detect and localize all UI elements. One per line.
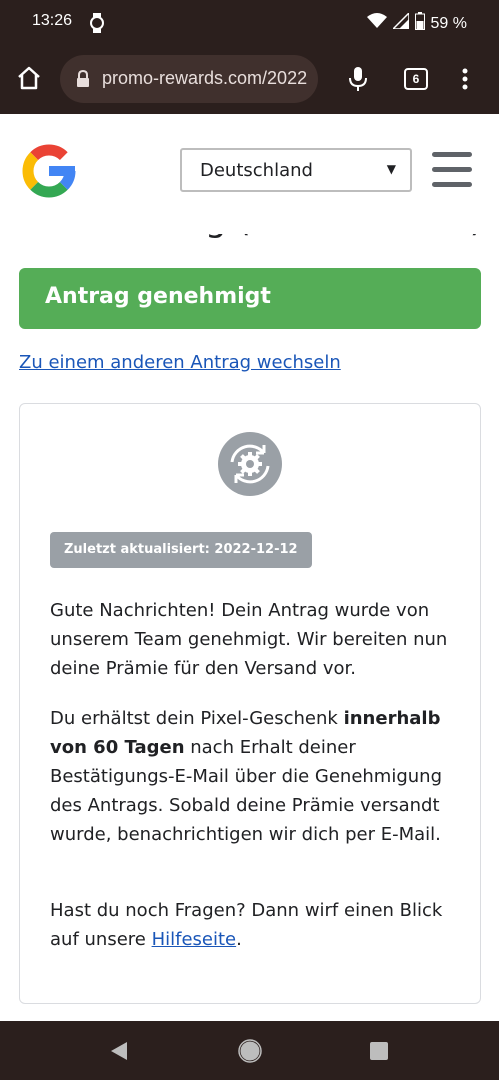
url-text: promo-rewards.com/2022 <box>102 68 308 88</box>
status-card: Zuletzt aktualisiert: 2022-12-12 Gute Na… <box>19 403 481 1004</box>
status-banner: Antrag genehmigt <box>19 268 481 329</box>
gear-sync-icon <box>218 432 282 500</box>
status-bar: 13:26 59 % <box>0 0 499 44</box>
approval-message: Gute Nachrichten! Dein Antrag wurde von … <box>50 600 448 679</box>
help-message-text: Hast du noch Fragen? Dann wirf einen Bli… <box>50 900 443 950</box>
more-vert-icon[interactable] <box>462 68 468 94</box>
home-circle-icon[interactable] <box>238 1039 262 1067</box>
address-bar[interactable]: promo-rewards.com/2022 <box>60 55 318 103</box>
help-message-end: . <box>236 929 242 950</box>
delivery-info: Du erhältst dein Pixel-Geschenk innerhal… <box>50 704 450 849</box>
browser-toolbar: promo-rewards.com/2022 6 <box>0 44 499 114</box>
help-page-link[interactable]: Hilfeseite <box>152 929 237 950</box>
battery-percent: 59 % <box>430 14 467 32</box>
back-icon[interactable] <box>110 1041 128 1065</box>
menu-icon[interactable] <box>432 152 472 188</box>
clock: 13:26 <box>32 12 73 29</box>
tabs-icon[interactable]: 6 <box>404 68 428 90</box>
lock-icon <box>76 69 90 92</box>
home-icon[interactable] <box>16 66 42 94</box>
mic-icon[interactable] <box>348 66 368 96</box>
system-nav-bar <box>0 1021 499 1080</box>
google-logo[interactable] <box>18 140 80 206</box>
recents-icon[interactable] <box>370 1042 388 1064</box>
wifi-icon <box>366 13 387 34</box>
country-select[interactable]: Deutschland ▼ <box>180 148 412 192</box>
delivery-info-text: Du erhältst dein Pixel-Geschenk <box>50 708 344 729</box>
country-select-value: Deutschland <box>200 160 313 181</box>
watch-icon <box>90 13 104 37</box>
battery-icon <box>414 12 425 35</box>
site-header: Deutschland ▼ <box>0 114 499 234</box>
signal-icon <box>390 11 410 34</box>
help-message: Hast du noch Fragen? Dann wirf einen Bli… <box>50 896 450 954</box>
switch-request-link[interactable]: Zu einem anderen Antrag wechseln <box>19 352 341 373</box>
last-updated-badge: Zuletzt aktualisiert: 2022-12-12 <box>50 532 312 568</box>
dropdown-arrow-icon: ▼ <box>386 162 396 176</box>
